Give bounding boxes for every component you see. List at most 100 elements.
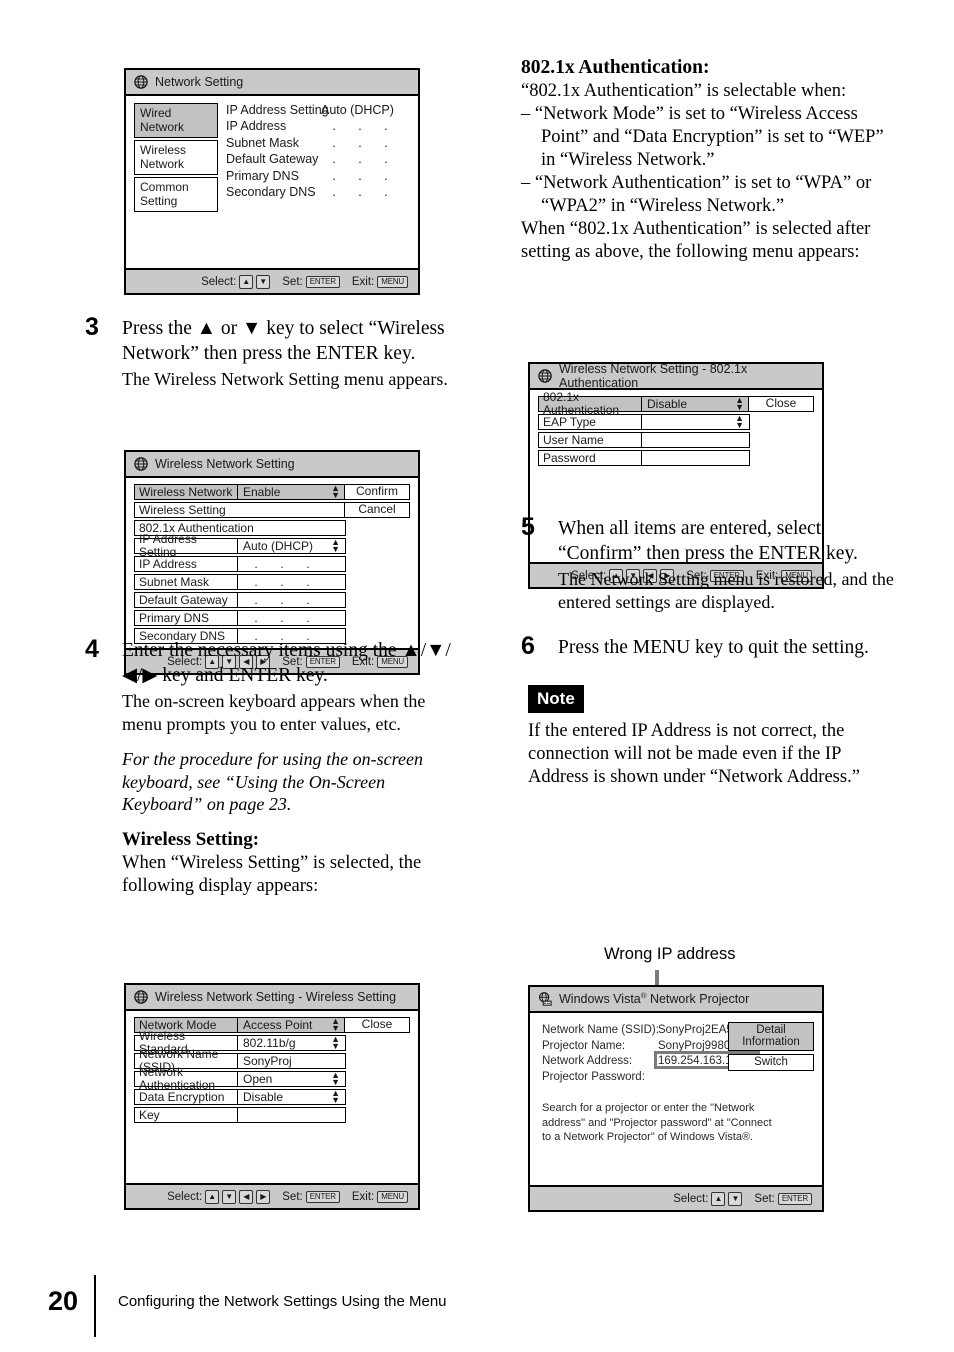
field-label: Network Name (SSID): (542, 1024, 659, 1036)
field-label: Projector Name: (542, 1039, 626, 1052)
hint-set: Set: ENTER (282, 275, 340, 288)
row-label: Default Gateway (226, 152, 319, 167)
step-5: 5 When all items are entered, select “Co… (521, 513, 896, 614)
row-value: Access Point (243, 1017, 313, 1032)
row-value-field[interactable] (238, 1107, 346, 1123)
row-ip-address-setting[interactable]: IP Address Setting Auto (DHCP) ▲ ▼ (134, 533, 346, 559)
spinner-icon[interactable]: ▲ ▼ (735, 414, 744, 430)
cancel-button[interactable]: Cancel (344, 502, 410, 518)
hint-exit-label: Exit: (351, 1190, 375, 1203)
step-5-sub-text: The Network Setting menu is restored, an… (558, 569, 894, 612)
row-value-field[interactable]: Disable ▲ ▼ (238, 1089, 346, 1105)
row-ip-address[interactable]: IP Address ... (134, 556, 346, 572)
step-6-main-text: Press the MENU key to quit the setting. (558, 637, 869, 658)
spinner-icon[interactable]: ▲ ▼ (735, 396, 744, 412)
switch-button[interactable]: Switch (728, 1054, 814, 1071)
step-5-number: 5 (521, 513, 535, 541)
row-network-authentication[interactable]: Network Authentication Open ▲ ▼ (134, 1066, 346, 1092)
spinner-icon[interactable]: ▲ ▼ (331, 1071, 340, 1087)
row-value-field[interactable] (642, 450, 750, 466)
arrow-up-icon: ▲ (711, 1191, 726, 1206)
tab-common-setting[interactable]: Common Setting (134, 177, 218, 212)
hint-select-label: Select: (673, 1192, 709, 1205)
footer-divider (94, 1275, 96, 1337)
row-value-field[interactable]: Auto (DHCP) ▲ ▼ (238, 538, 346, 554)
globe-icon (134, 990, 148, 1004)
spinner-icon[interactable]: ▲ ▼ (331, 1017, 340, 1033)
arrow-down-icon: ▼ (728, 1191, 743, 1206)
row-eap-type[interactable]: EAP Type ▲ ▼ (538, 414, 750, 430)
row-label: Key (134, 1107, 238, 1123)
row-default-gateway[interactable]: Default Gateway ... (134, 592, 346, 608)
row-value-field[interactable]: ... (238, 592, 346, 608)
step-6-number: 6 (521, 632, 535, 660)
row-data-encryption[interactable]: Data Encryption Disable ▲ ▼ (134, 1089, 346, 1105)
row-wireless-network[interactable]: Wireless Network Enable ▲ ▼ (134, 484, 346, 500)
close-button[interactable]: Close (344, 1017, 410, 1033)
row-primary-dns[interactable]: Primary DNS ... (134, 610, 346, 626)
step-4-main-text: Enter the necessary items using the ▲/▼/… (122, 640, 451, 686)
hint-set: Set: ENTER (754, 1192, 812, 1205)
hint-select: Select: ▲ ▼ (673, 1191, 743, 1206)
row-value: ... (254, 610, 310, 625)
tab-wired-network[interactable]: Wired Network (134, 103, 218, 138)
row-value-field[interactable]: ... (238, 574, 346, 590)
row-8021x-authentication[interactable]: 802.1x Authentication Disable ▲ ▼ (538, 391, 750, 417)
note-text: If the entered IP Address is not correct… (528, 720, 860, 787)
row-value-field[interactable] (642, 432, 750, 448)
spinner-icon[interactable]: ▲ ▼ (331, 538, 340, 554)
row-label: Wireless Setting (134, 502, 346, 518)
row-label: Secondary DNS (226, 185, 316, 200)
arrow-right-icon: ▶ (256, 1189, 271, 1204)
row-password[interactable]: Password (538, 450, 750, 466)
row-value-field[interactable]: ... (238, 556, 346, 572)
row-label: Password (538, 450, 642, 466)
auth-section-heading: 802.1x Authentication: (521, 57, 710, 78)
spinner-icon[interactable]: ▲ ▼ (331, 484, 340, 500)
left-column: Network Setting Wired Network Wireless N… (85, 55, 460, 1210)
row-value-field[interactable]: SonyProj (238, 1053, 346, 1069)
row-label: Data Encryption (134, 1089, 238, 1105)
osd-title-bar: Wireless Network Setting (126, 452, 418, 478)
manual-page: Network Setting Wired Network Wireless N… (0, 0, 954, 1352)
row-value: ... (332, 119, 388, 134)
settings-rows: 802.1x Authentication Disable ▲ ▼ EAP Typ… (530, 390, 758, 466)
step-4-number: 4 (85, 635, 99, 663)
settings-rows: Wireless Network Enable ▲ ▼ Wireless Sett… (126, 478, 354, 644)
row-key[interactable]: Key (134, 1107, 346, 1123)
osd-title-text: Wireless Network Setting - Wireless Sett… (155, 990, 397, 1004)
row-value-field[interactable]: Enable ▲ ▼ (238, 484, 346, 500)
row-value: ... (254, 574, 310, 589)
row-subnet-mask[interactable]: Subnet Mask ... (134, 574, 346, 590)
step-3-sub-text: The Wireless Network Setting menu appear… (122, 369, 448, 389)
wireless-setting-heading: Wireless Setting: (122, 828, 260, 850)
spinner-icon[interactable]: ▲ ▼ (331, 1035, 340, 1051)
hint-set-label: Set: (754, 1192, 775, 1205)
close-button[interactable]: Close (748, 396, 814, 412)
vista-title-pre: Windows Vista (559, 992, 641, 1007)
row-value: Disable (243, 1089, 284, 1104)
confirm-button[interactable]: Confirm (344, 484, 410, 500)
row-value-field[interactable]: 802.11b/g ▲ ▼ (238, 1035, 346, 1051)
row-value-field[interactable]: Access Point ▲ ▼ (238, 1017, 346, 1033)
step-4: 4 Enter the necessary items using the ▲/… (85, 635, 460, 899)
auth-bullet-2: – “Network Authentication” is set to “WP… (521, 173, 872, 216)
row-value-field[interactable]: Open ▲ ▼ (238, 1071, 346, 1087)
row-label: User Name (538, 432, 642, 448)
osd-footer-hints: Select: ▲ ▼ Set: ENTER (530, 1185, 822, 1210)
spinner-icon[interactable]: ▲ ▼ (331, 1089, 340, 1105)
vista-field-labels: Network Name (SSID): Projector Name: Net… (542, 1023, 659, 1085)
row-value: 802.11b/g (243, 1035, 296, 1050)
row-user-name[interactable]: User Name (538, 432, 750, 448)
row-value-field[interactable]: ▲ ▼ (642, 414, 750, 430)
tab-wireless-network[interactable]: Wireless Network (134, 140, 218, 175)
osd-title-text: Wireless Network Setting - 802.1x Authen… (559, 362, 748, 390)
arrow-left-icon: ◀ (239, 1189, 254, 1204)
row-value-field[interactable]: ... (238, 610, 346, 626)
row-value-field[interactable]: Disable ▲ ▼ (642, 396, 750, 412)
detail-information-button[interactable]: Detail Information (728, 1022, 814, 1051)
row-wireless-setting[interactable]: Wireless Setting (134, 502, 346, 518)
menu-key-icon: MENU (377, 275, 408, 288)
row-label: Network Authentication (134, 1066, 238, 1092)
vista-title-post: Network Projector (646, 992, 750, 1007)
